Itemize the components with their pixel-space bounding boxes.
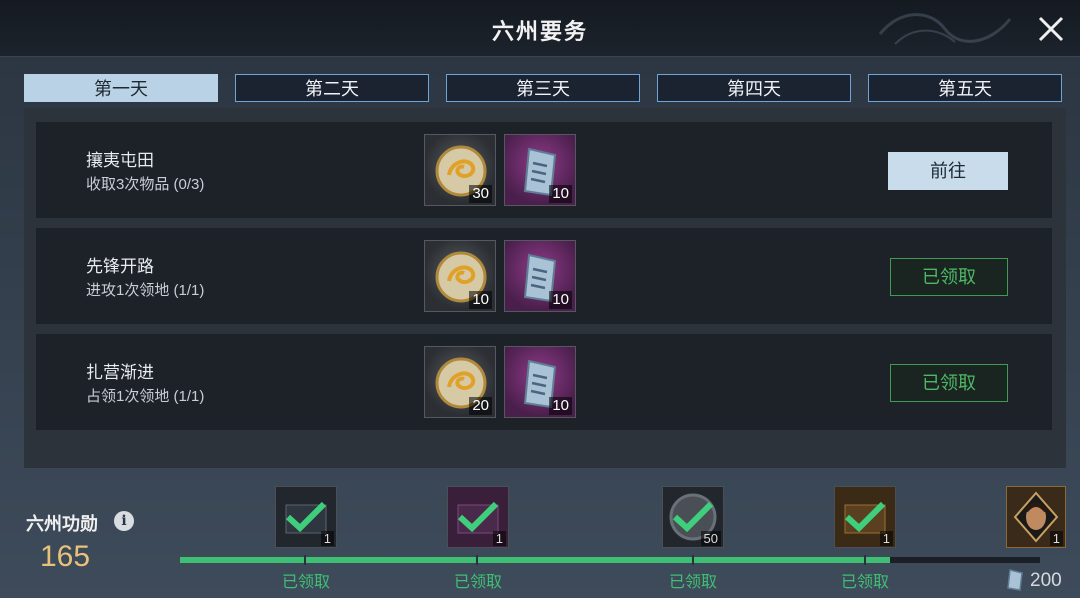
merit-progress-track — [180, 555, 1040, 565]
milestone-qty: 1 — [320, 531, 334, 546]
tab-day-3[interactable]: 第三天 — [446, 74, 640, 102]
seal-token-icon — [1007, 569, 1023, 591]
check-icon — [285, 501, 327, 533]
milestone-reward[interactable]: 50 — [662, 486, 724, 548]
milestone-qty: 1 — [879, 531, 893, 546]
progress-tick — [304, 555, 306, 565]
page-title: 六州要务 — [491, 19, 588, 45]
tab-day-5[interactable]: 第五天 — [868, 74, 1062, 102]
reward-slot[interactable]: 10 — [504, 346, 576, 418]
milestone-status: 已领取 — [840, 574, 889, 591]
milestone-status: 已领取 — [453, 574, 502, 591]
milestone-qty: 50 — [700, 531, 721, 546]
info-icon[interactable]: i — [114, 511, 134, 531]
task-desc: 收取3次物品 (0/3) — [86, 176, 205, 193]
milestone-reward[interactable]: 1 — [275, 486, 337, 548]
task-name: 扎营渐进 — [86, 363, 154, 382]
reward-slot[interactable]: 10 — [504, 134, 576, 206]
progress-tick — [476, 555, 478, 565]
task-row: 扎营渐进 占领1次领地 (1/1) 20 10 已领取 — [36, 334, 1052, 430]
check-icon — [844, 501, 886, 533]
milestone-reward[interactable]: 1 — [834, 486, 896, 548]
reward-qty: 10 — [549, 185, 572, 203]
merit-label: 六州功勋 — [26, 514, 98, 535]
merit-total: 200 — [1030, 570, 1062, 591]
tab-day-1[interactable]: 第一天 — [24, 74, 218, 102]
reward-qty: 30 — [469, 185, 492, 203]
milestone-status: 已领取 — [281, 574, 330, 591]
task-row: 攘夷屯田 收取3次物品 (0/3) 30 10 前往 — [36, 122, 1052, 218]
reward-qty: 10 — [469, 291, 492, 309]
milestone-reward[interactable]: 1 — [447, 486, 509, 548]
task-desc: 进攻1次领地 (1/1) — [86, 282, 205, 299]
reward-slot[interactable]: 30 — [424, 134, 496, 206]
merit-bar: 六州功勋 i 165 1 已领取 1 已领取 50 已领取 1 已领取 1 20… — [0, 480, 1080, 598]
check-icon — [457, 501, 499, 533]
milestone-qty: 1 — [492, 531, 506, 546]
milestone-qty: 1 — [1049, 531, 1063, 546]
tab-day-4[interactable]: 第四天 — [657, 74, 851, 102]
reward-slot[interactable]: 10 — [424, 240, 496, 312]
progress-tick — [692, 555, 694, 565]
close-icon[interactable] — [1036, 14, 1066, 44]
reward-slot[interactable]: 20 — [424, 346, 496, 418]
go-button[interactable]: 前往 — [888, 152, 1008, 190]
reward-qty: 10 — [549, 397, 572, 415]
title-bar: 六州要务 — [0, 0, 1080, 57]
task-desc: 占领1次领地 (1/1) — [86, 388, 205, 405]
reward-qty: 20 — [469, 397, 492, 415]
check-icon — [672, 501, 714, 533]
reward-slot[interactable]: 10 — [504, 240, 576, 312]
task-name: 攘夷屯田 — [86, 151, 154, 170]
merit-progress-fill — [180, 557, 890, 563]
task-panel: 攘夷屯田 收取3次物品 (0/3) 30 10 前往 先锋开路 进攻1次领地 (… — [24, 108, 1066, 468]
task-row: 先锋开路 进攻1次领地 (1/1) 10 10 已领取 — [36, 228, 1052, 324]
progress-tick — [864, 555, 866, 565]
reward-qty: 10 — [549, 291, 572, 309]
task-name: 先锋开路 — [86, 257, 154, 276]
claimed-button: 已领取 — [890, 364, 1008, 402]
merit-value: 165 — [40, 540, 91, 573]
day-tabs: 第一天 第二天 第三天 第四天 第五天 — [24, 74, 1064, 104]
milestone-status: 已领取 — [668, 574, 717, 591]
milestone-reward[interactable]: 1 — [1006, 486, 1066, 548]
tab-day-2[interactable]: 第二天 — [235, 74, 429, 102]
claimed-button: 已领取 — [890, 258, 1008, 296]
